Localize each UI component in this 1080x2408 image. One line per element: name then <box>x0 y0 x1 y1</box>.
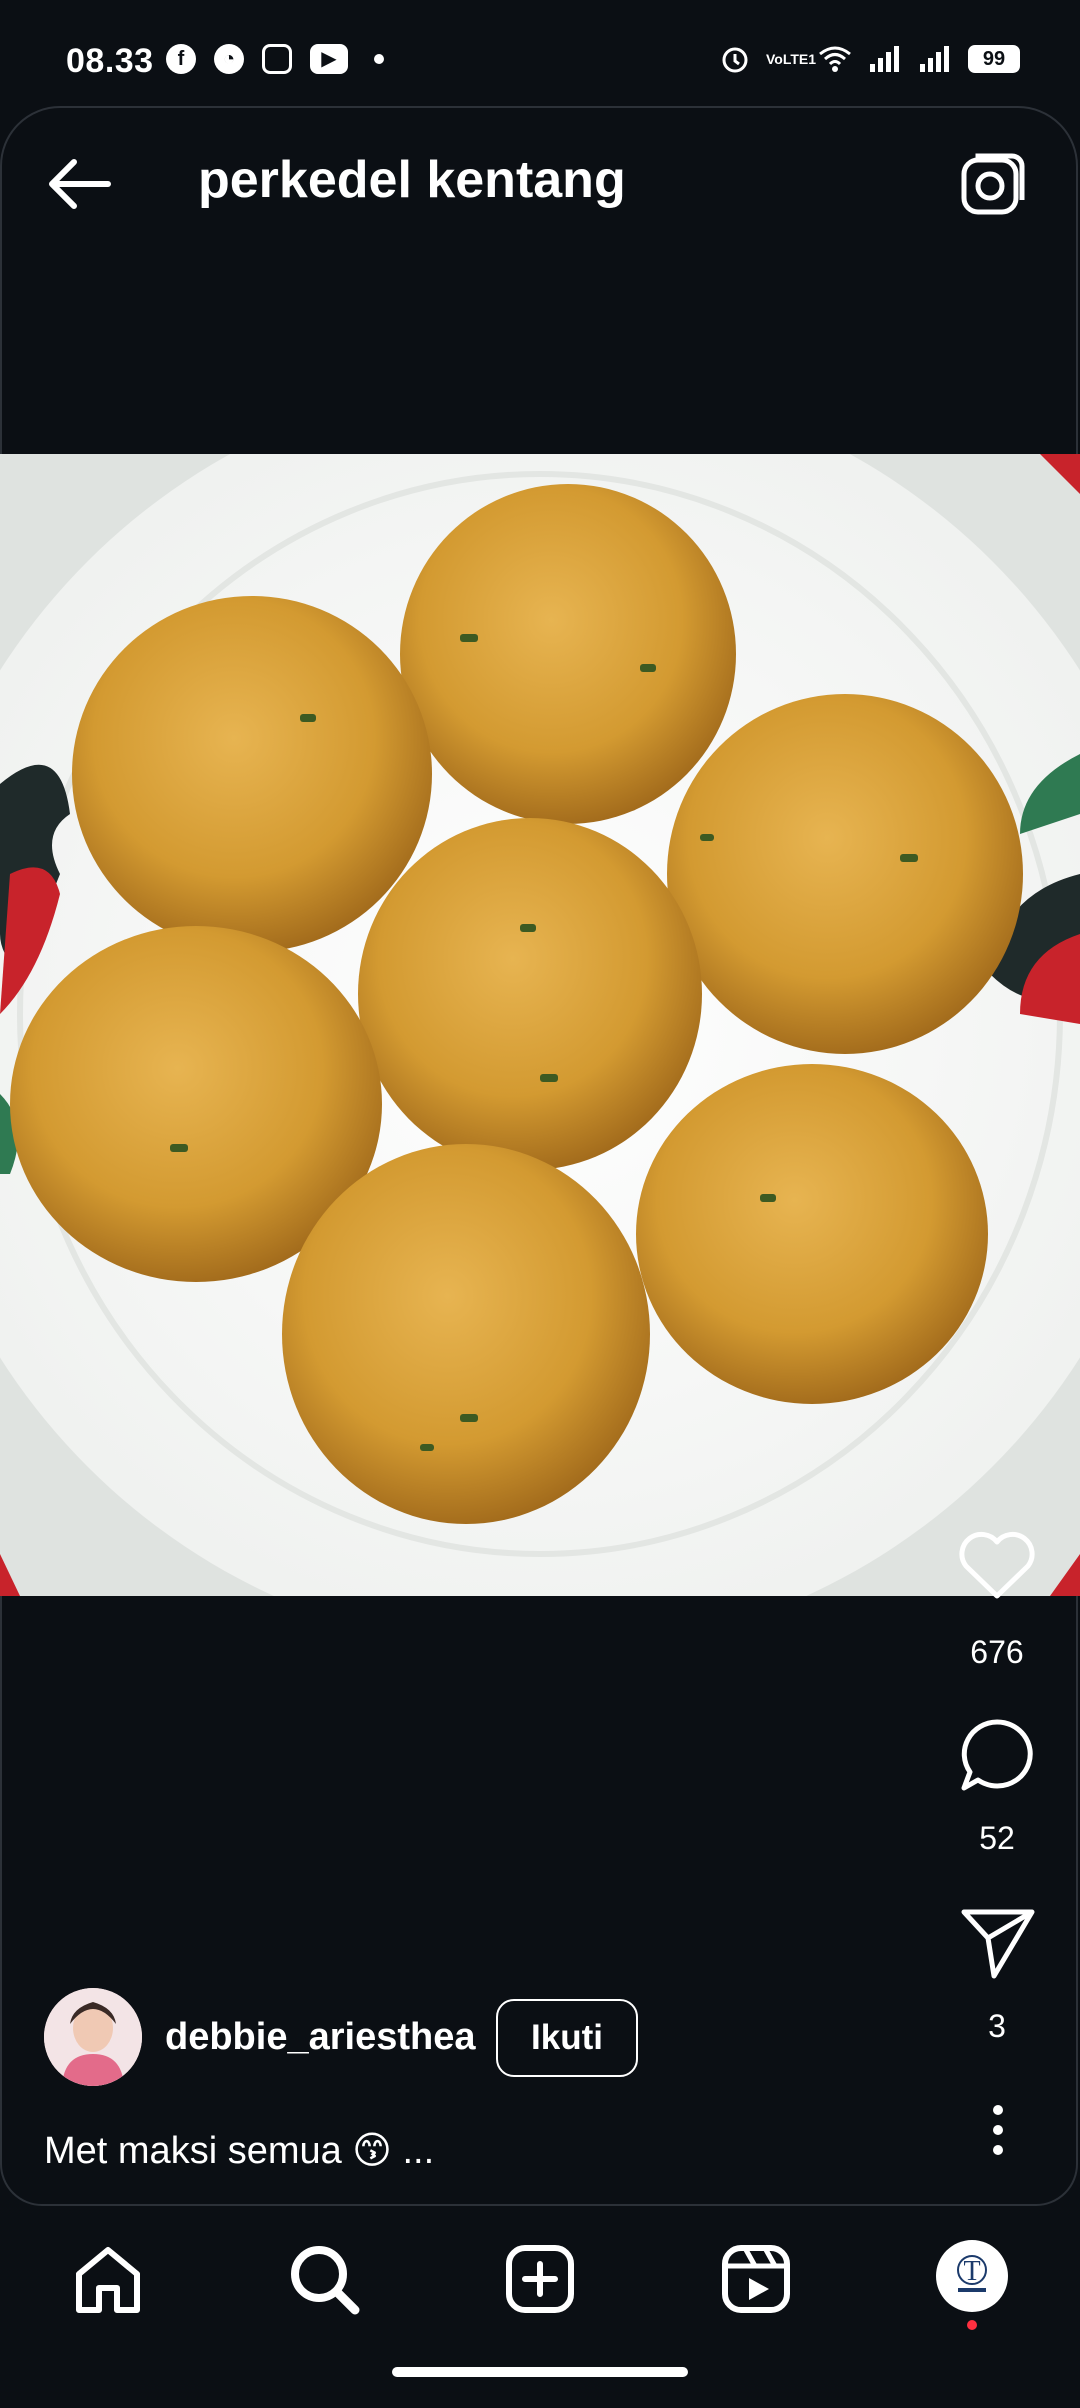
status-left-icons: f ◔ ▶ <box>166 44 384 74</box>
post-caption[interactable]: Met maksi semua 😙 ... <box>44 2128 434 2173</box>
instagram-icon <box>262 44 292 74</box>
reels-icon[interactable] <box>713 2236 799 2322</box>
signal-icon <box>870 46 899 72</box>
home-icon[interactable] <box>65 2236 151 2322</box>
home-indicator[interactable] <box>392 2367 688 2377</box>
profile-icon[interactable]: T <box>936 2240 1008 2312</box>
comment-button[interactable] <box>954 1712 1040 1798</box>
avatar-image <box>44 1988 142 2086</box>
notification-dot <box>374 54 384 64</box>
alarm-icon <box>722 47 748 73</box>
like-button[interactable] <box>954 1522 1040 1608</box>
more-options-button[interactable] <box>974 2100 1022 2160</box>
notification-badge <box>967 2320 977 2330</box>
author-username[interactable]: debbie_ariesthea <box>165 2016 475 2059</box>
share-count[interactable]: 3 <box>937 2008 1057 2045</box>
page-title: perkedel kentang <box>198 151 626 209</box>
profile-avatar-logo: T <box>957 2255 987 2292</box>
battery-indicator: 99 <box>968 45 1020 73</box>
create-icon[interactable] <box>497 2236 583 2322</box>
like-count[interactable]: 676 <box>937 1634 1057 1671</box>
wifi-icon <box>819 46 851 72</box>
status-right-icons: VoLTE1 99 <box>720 44 1020 74</box>
share-button[interactable] <box>954 1898 1040 1984</box>
food-photo <box>0 454 1080 1596</box>
speedometer-icon: ◔ <box>214 44 244 74</box>
camera-button[interactable] <box>956 148 1028 220</box>
author-avatar[interactable] <box>44 1988 142 2086</box>
back-button[interactable] <box>44 152 116 216</box>
comment-count[interactable]: 52 <box>937 1820 1057 1857</box>
facebook-icon: f <box>166 44 196 74</box>
follow-button[interactable]: Ikuti <box>496 1999 638 2077</box>
youtube-icon: ▶ <box>310 44 348 74</box>
status-time: 08.33 <box>66 42 154 80</box>
post-image[interactable] <box>0 454 1080 1596</box>
search-icon[interactable] <box>281 2236 367 2322</box>
volte-icon: VoLTE1 <box>766 51 817 67</box>
signal-icon <box>920 46 949 72</box>
